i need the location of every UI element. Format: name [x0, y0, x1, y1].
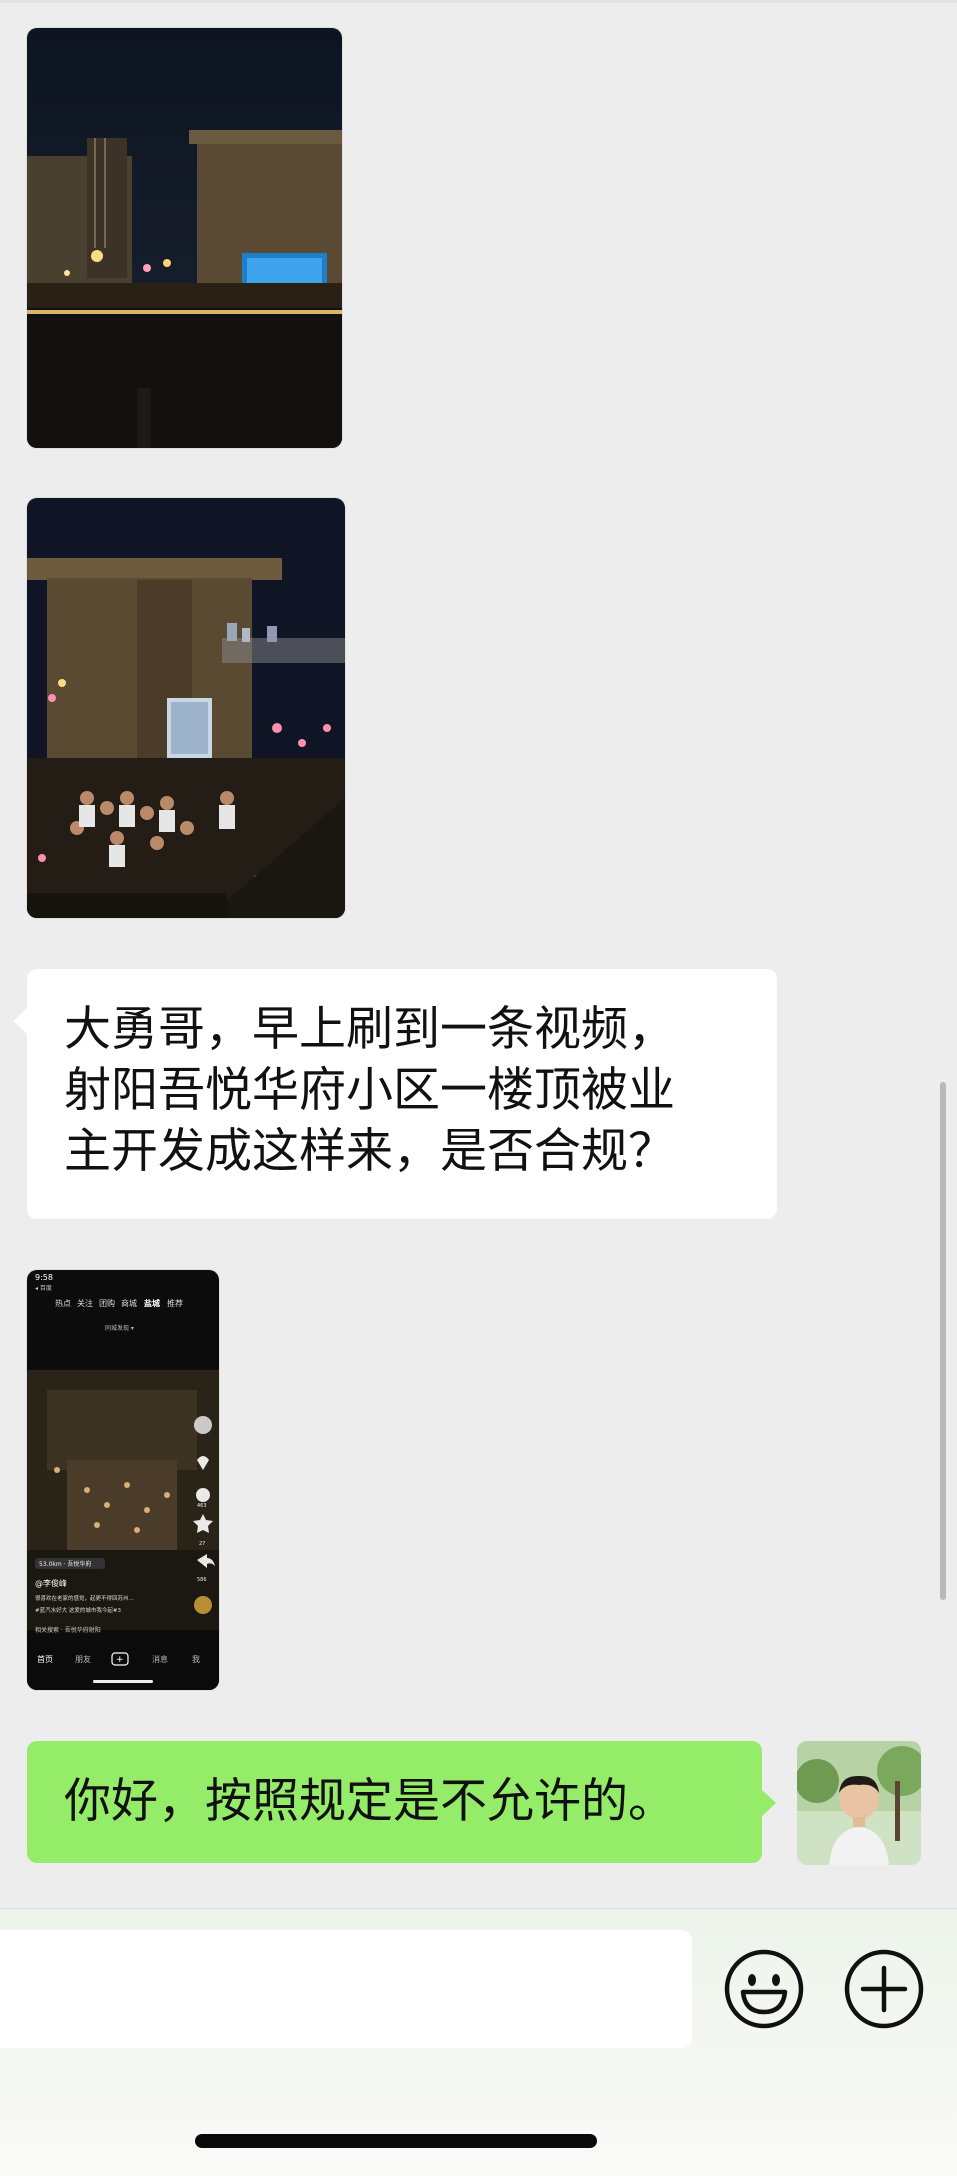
video-tab: 热点 [55, 1298, 71, 1308]
avatar[interactable] [797, 1741, 921, 1865]
outgoing-message-bubble[interactable]: 你好，按照规定是不允许的。 [27, 1741, 776, 1863]
video-subtitle: 同城发现 ▾ [105, 1324, 134, 1332]
video-nav-me: 我 [192, 1654, 200, 1664]
home-indicator [195, 2134, 597, 2148]
video-nav-create: + [116, 1655, 124, 1665]
plus-button[interactable] [843, 1948, 925, 2030]
video-caption: 很喜欢在老家的感觉，起更不得回苏州... [35, 1594, 134, 1602]
message-line: 射阳吾悦华府小区一楼顶被业 [64, 1063, 675, 1118]
top-divider [0, 0, 957, 3]
video-tab: 推荐 [167, 1298, 183, 1308]
video-tab: 团购 [99, 1298, 115, 1308]
plus-circle-icon [844, 1949, 924, 2029]
comment-count: 463 [197, 1503, 207, 1509]
star-count: 27 [199, 1541, 205, 1547]
message-input[interactable] [0, 1930, 692, 2048]
share-count: 586 [197, 1577, 207, 1583]
video-nav-home: 首页 [37, 1654, 53, 1664]
message-line: 大勇哥，早上刷到一条视频， [64, 1002, 675, 1057]
video-tags: #蓝汽水好大 这爱的城市我今起#3 [35, 1606, 121, 1614]
chat-area: 大勇哥，早上刷到一条视频， 射阳吾悦华府小区一楼顶被业 主开发成这样来，是否合规… [0, 0, 957, 1908]
status-time: 9:58 [35, 1273, 53, 1282]
video-tab-active: 盐城 [144, 1298, 160, 1308]
video-tab: 商城 [121, 1298, 137, 1308]
input-bar [0, 1908, 957, 2176]
scrollbar[interactable] [940, 1082, 946, 1600]
douyin-video-screenshot[interactable]: 9:58 ◂ 百度 热点 关注 团购 商城 盐城 推荐 同城发现 ▾ 463 2… [27, 1270, 219, 1690]
video-nav-messages: 消息 [152, 1654, 168, 1664]
video-author: @李俊峰 [35, 1578, 67, 1588]
rooftop-night-photo[interactable] [27, 28, 342, 448]
emoji-button[interactable] [723, 1948, 805, 2030]
rooftop-party-photo[interactable] [27, 498, 345, 918]
related-search: 相关搜索 · 吾悦华府射阳 [35, 1626, 101, 1634]
message-line: 你好，按照规定是不允许的。 [64, 1774, 675, 1829]
message-line: 主开发成这样来，是否合规？ [64, 1124, 675, 1179]
video-nav-friends: 朋友 [75, 1654, 91, 1664]
incoming-message-bubble[interactable]: 大勇哥，早上刷到一条视频， 射阳吾悦华府小区一楼顶被业 主开发成这样来，是否合规… [13, 969, 777, 1219]
video-location: 53.0km · 吾悦华府 [39, 1560, 91, 1568]
video-tab: 关注 [77, 1298, 93, 1308]
back-label: ◂ 百度 [35, 1284, 52, 1292]
emoji-icon [724, 1949, 804, 2029]
